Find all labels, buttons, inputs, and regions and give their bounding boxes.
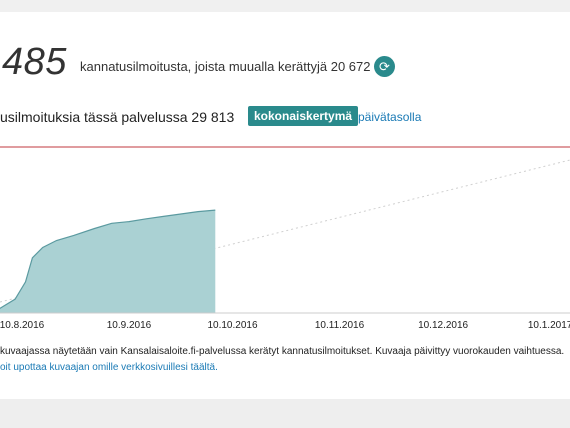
refresh-button[interactable]: ⟳ <box>374 56 395 77</box>
x-tick-label: 10.9.2016 <box>107 320 152 331</box>
footnote-text: kuvaajassa näytetään vain Kansalaisaloit… <box>0 346 565 357</box>
top-band <box>0 0 570 12</box>
chart-area-fill <box>0 210 216 313</box>
x-tick-label: 10.1.2017 <box>528 320 570 331</box>
bottom-band <box>0 399 570 428</box>
x-tick-label: 10.8.2016 <box>0 320 45 331</box>
chart-area: 10.8.2016 10.9.2016 10.10.2016 10.11.2016 10… <box>0 142 570 342</box>
x-tick-label: 10.10.2016 <box>207 320 257 331</box>
cumulative-button[interactable]: kokonaiskertymä <box>248 106 359 126</box>
embed-link[interactable]: oit upottaa kuvaajan omille verkkosivuil… <box>0 362 218 373</box>
chart-svg: 10.8.2016 10.9.2016 10.10.2016 10.11.2016 10… <box>0 146 570 331</box>
x-tick-labels: 10.8.2016 10.9.2016 10.10.2016 10.11.2016 10… <box>0 320 570 331</box>
summary-text: kannatusilmoitusta, joista muualla kerät… <box>80 59 371 74</box>
service-count-text: usilmoituksia tässä palvelussa 29 813 <box>0 109 235 125</box>
refresh-icon: ⟳ <box>379 58 390 74</box>
x-tick-label: 10.11.2016 <box>315 320 365 331</box>
x-tick-label: 10.12.2016 <box>418 320 468 331</box>
total-support-count: 485 <box>2 41 67 83</box>
daily-link[interactable]: päivätasolla <box>358 110 421 124</box>
